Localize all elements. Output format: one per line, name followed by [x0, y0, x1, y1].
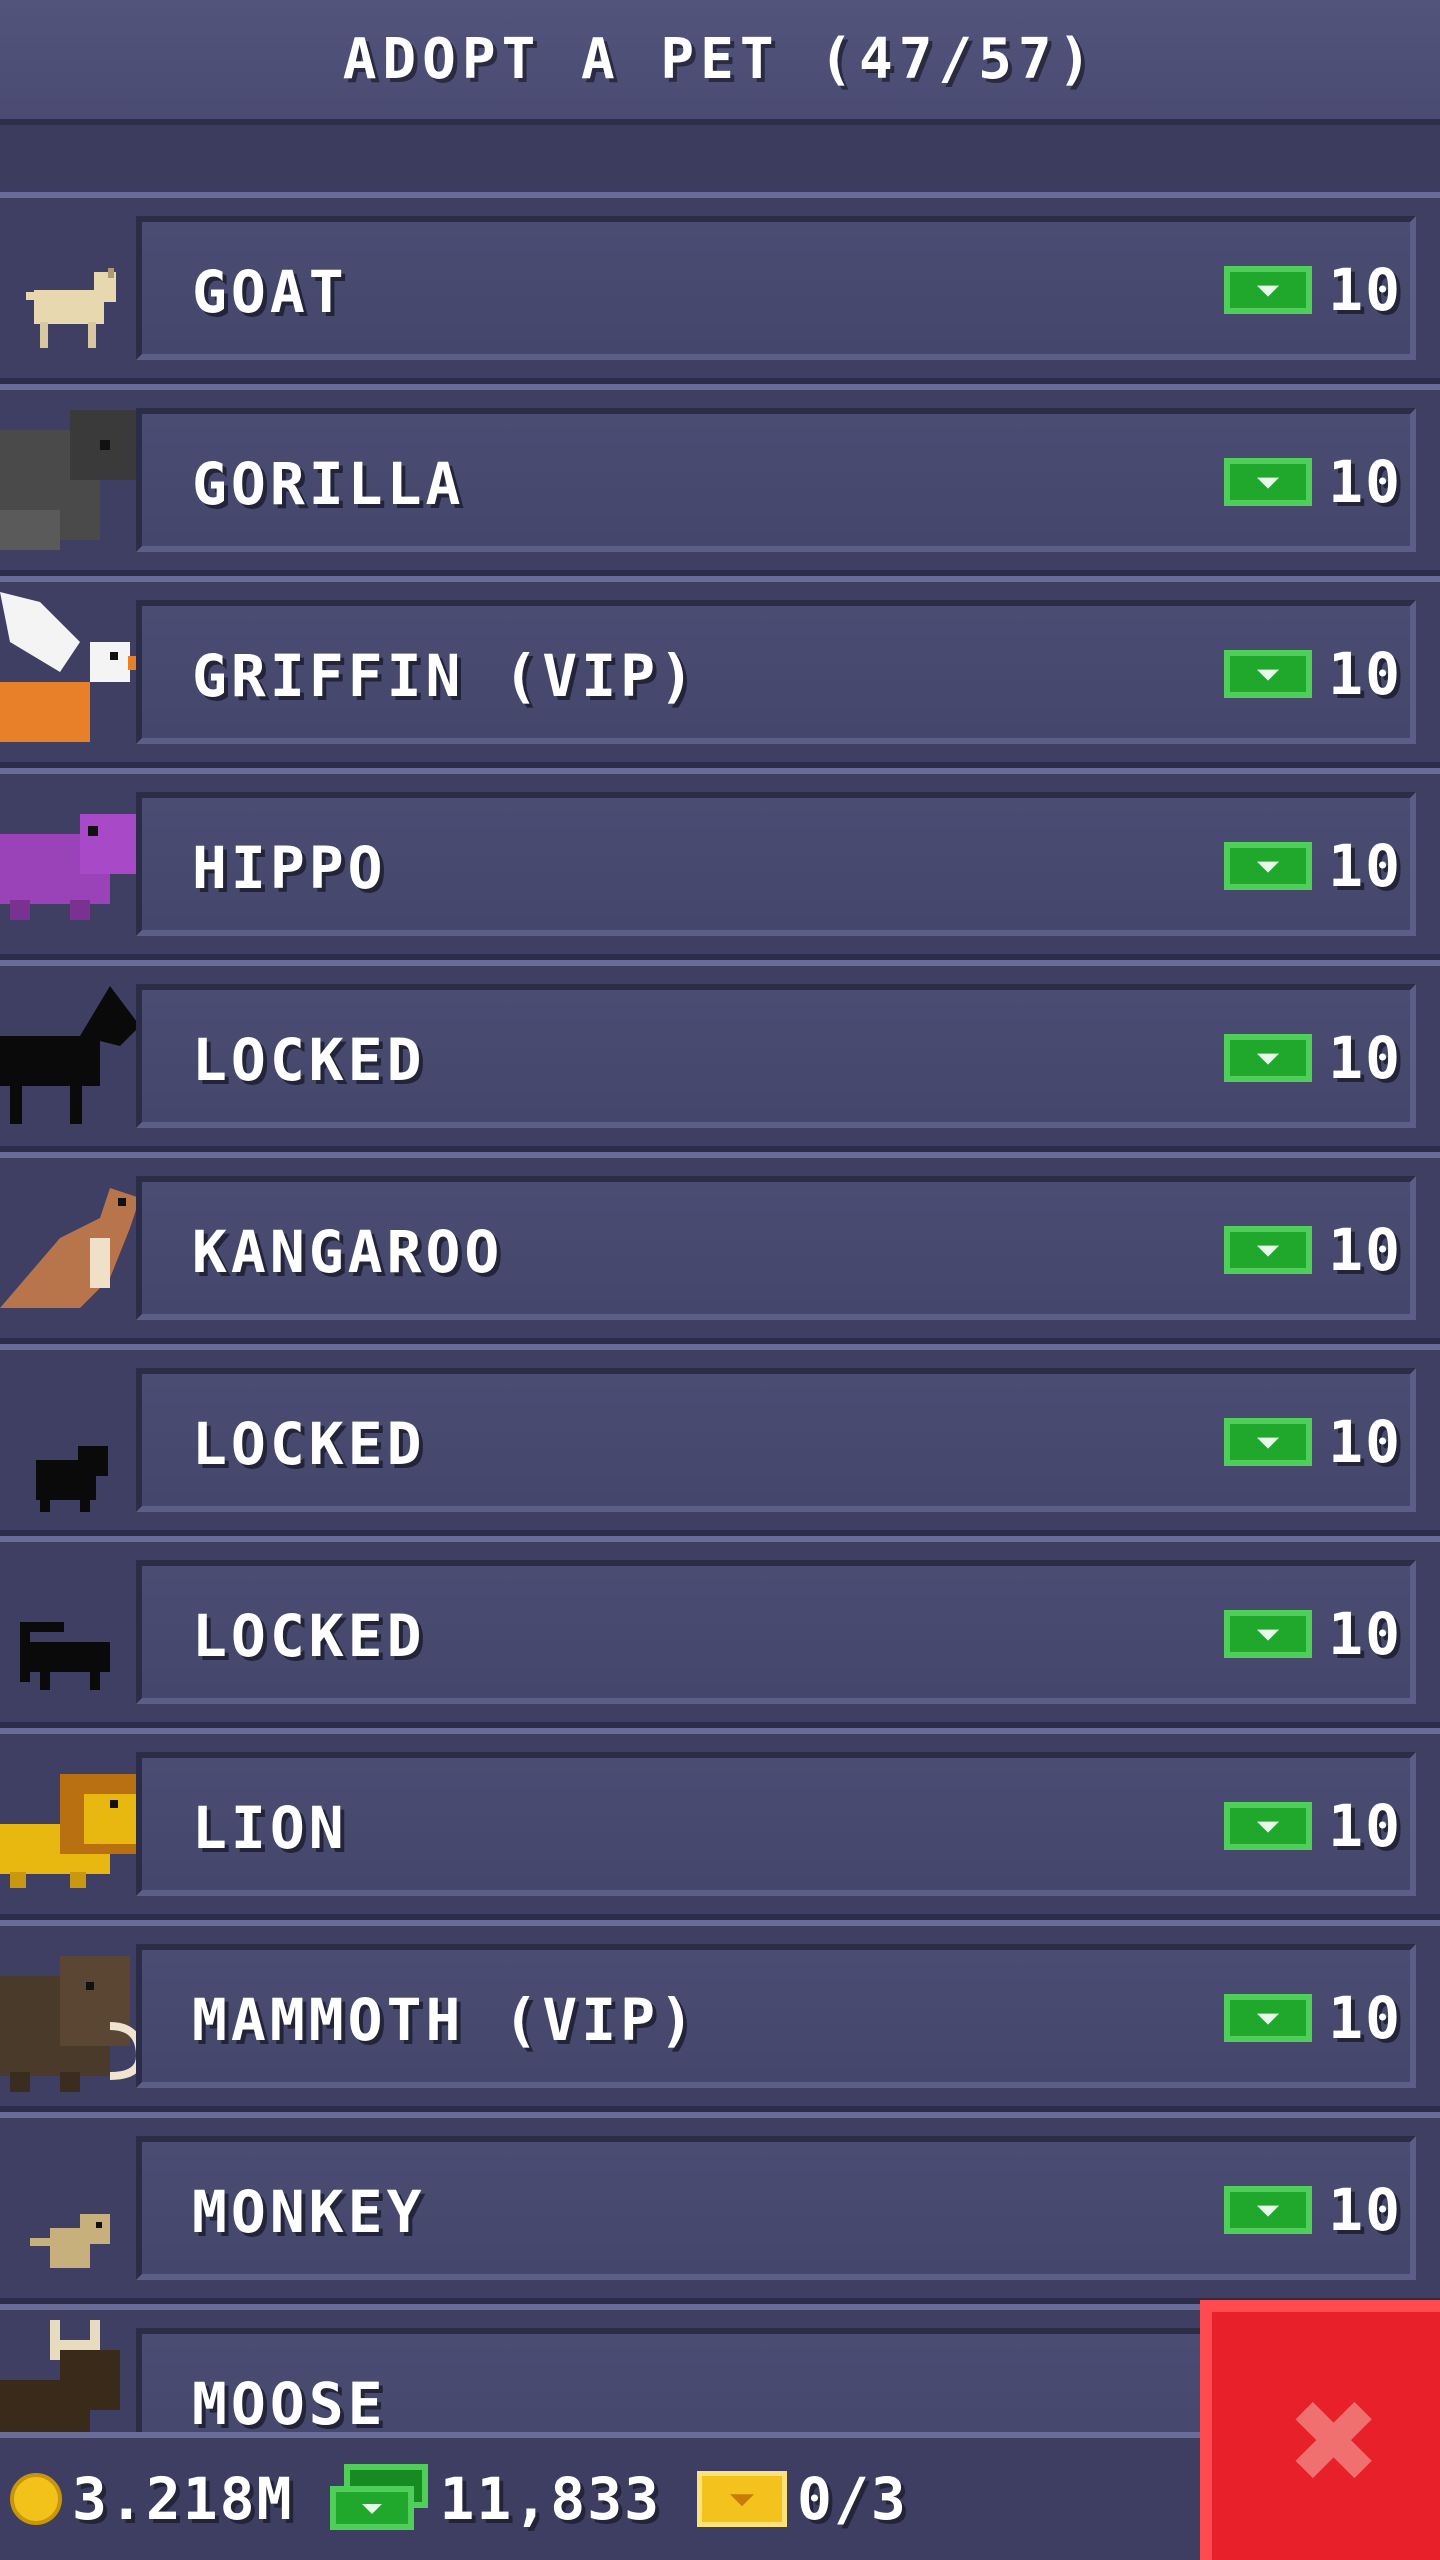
- adopt-price-button[interactable]: 10: [1224, 1024, 1402, 1092]
- coin-value: 3.218M: [72, 2465, 294, 2533]
- pet-panel: LOCKED 10: [136, 1368, 1416, 1512]
- ticket-value: 0/3: [797, 2465, 908, 2533]
- locked-horse-silhouette-icon: [0, 986, 140, 1124]
- locked-lizard-silhouette-icon: [20, 1622, 110, 1690]
- pet-panel: HIPPO 10: [136, 792, 1416, 936]
- cash-icon: [1224, 650, 1313, 698]
- pet-name: KANGAROO: [192, 1218, 504, 1286]
- pet-panel: LOCKED 10: [136, 1560, 1416, 1704]
- adopt-price-button[interactable]: 10: [1224, 1408, 1402, 1476]
- price-value: 10: [1328, 1408, 1402, 1476]
- list-item[interactable]: LOCKED 10: [0, 960, 1440, 1152]
- adopt-price-button[interactable]: 10: [1224, 1792, 1402, 1860]
- pet-panel: LION 10: [136, 1752, 1416, 1896]
- list-item[interactable]: HIPPO 10: [0, 768, 1440, 960]
- adopt-price-button[interactable]: 10: [1224, 1984, 1402, 2052]
- hippo-icon: [0, 814, 150, 920]
- cash-stack-icon: [329, 2464, 430, 2534]
- title-bar: ADOPT A PET (47/57): [0, 0, 1440, 125]
- pet-panel: KANGAROO 10: [136, 1176, 1416, 1320]
- pet-list: GOAT 10 GORILLA 10 GRIFFIN (VIP) 10 HIPP…: [0, 0, 1440, 2560]
- pet-name: MONKEY: [192, 2178, 426, 2246]
- pet-name: LOCKED: [192, 1410, 426, 1478]
- price-value: 10: [1328, 256, 1402, 324]
- pet-name: HIPPO: [192, 834, 387, 902]
- pet-name: MOOSE: [192, 2370, 387, 2438]
- price-value: 10: [1328, 640, 1402, 708]
- adopt-price-button[interactable]: 10: [1224, 1216, 1402, 1284]
- cash-icon: [1224, 1226, 1313, 1274]
- pet-panel: MAMMOTH (VIP) 10: [136, 1944, 1416, 2088]
- cash-icon: [1224, 1802, 1313, 1850]
- pet-name: GOAT: [192, 258, 348, 326]
- price-value: 10: [1328, 1984, 1402, 2052]
- price-value: 10: [1328, 1216, 1402, 1284]
- goat-icon: [26, 268, 116, 348]
- adopt-price-button[interactable]: 10: [1224, 640, 1402, 708]
- pet-name: LOCKED: [192, 1026, 426, 1094]
- pet-name: LOCKED: [192, 1602, 426, 1670]
- list-item[interactable]: LOCKED 10: [0, 1536, 1440, 1728]
- list-item[interactable]: LION 10: [0, 1728, 1440, 1920]
- coin-balance: 3.218M: [0, 2465, 294, 2533]
- adopt-price-button[interactable]: 10: [1224, 1600, 1402, 1668]
- list-item[interactable]: MAMMOTH (VIP) 10: [0, 1920, 1440, 2112]
- pet-panel: GORILLA 10: [136, 408, 1416, 552]
- price-value: 10: [1328, 1600, 1402, 1668]
- adopt-price-button[interactable]: 10: [1224, 832, 1402, 900]
- cash-balance: 11,833: [329, 2464, 662, 2534]
- cash-icon: [1224, 1418, 1313, 1466]
- close-button[interactable]: ✖: [1200, 2300, 1440, 2560]
- pet-name: GRIFFIN (VIP): [192, 642, 698, 710]
- pet-name: MAMMOTH (VIP): [192, 1986, 698, 2054]
- mammoth-icon: [0, 1956, 145, 2092]
- list-item[interactable]: LOCKED 10: [0, 1344, 1440, 1536]
- cash-icon: [1224, 2186, 1313, 2234]
- price-value: 10: [1328, 832, 1402, 900]
- cash-icon: [1224, 266, 1313, 314]
- pet-name: GORILLA: [192, 450, 465, 518]
- list-item[interactable]: MONKEY 10: [0, 2112, 1440, 2304]
- pet-name: LION: [192, 1794, 348, 1862]
- price-value: 10: [1328, 2176, 1402, 2244]
- ticket-icon: [697, 2471, 788, 2527]
- adopt-price-button[interactable]: 10: [1224, 2176, 1402, 2244]
- griffin-icon: [0, 592, 148, 742]
- lion-icon: [0, 1774, 140, 1888]
- pet-panel: GRIFFIN (VIP) 10: [136, 600, 1416, 744]
- kangaroo-icon: [0, 1188, 140, 1308]
- adopt-price-button[interactable]: 10: [1224, 448, 1402, 516]
- monkey-icon: [30, 2214, 110, 2268]
- pet-panel: LOCKED 10: [136, 984, 1416, 1128]
- coin-icon: [10, 2473, 62, 2525]
- page-title: ADOPT A PET (47/57): [342, 27, 1098, 92]
- gorilla-icon: [0, 410, 140, 550]
- cash-icon: [1224, 458, 1313, 506]
- ticket-balance: 0/3: [697, 2465, 908, 2533]
- cash-icon: [1224, 1034, 1313, 1082]
- cash-icon: [1224, 1610, 1313, 1658]
- close-icon: ✖: [1290, 2354, 1382, 2528]
- price-value: 10: [1328, 448, 1402, 516]
- pet-panel: GOAT 10: [136, 216, 1416, 360]
- locked-small-animal-silhouette-icon: [36, 1446, 108, 1512]
- cash-icon: [1224, 1994, 1313, 2042]
- adopt-price-button[interactable]: 10: [1224, 256, 1402, 324]
- cash-icon: [1224, 842, 1313, 890]
- pet-panel: MONKEY 10: [136, 2136, 1416, 2280]
- list-item[interactable]: KANGAROO 10: [0, 1152, 1440, 1344]
- price-value: 10: [1328, 1792, 1402, 1860]
- list-item[interactable]: GOAT 10: [0, 192, 1440, 384]
- list-item[interactable]: GRIFFIN (VIP) 10: [0, 576, 1440, 768]
- price-value: 10: [1328, 1024, 1402, 1092]
- list-item[interactable]: GORILLA 10: [0, 384, 1440, 576]
- cash-value: 11,833: [439, 2465, 662, 2533]
